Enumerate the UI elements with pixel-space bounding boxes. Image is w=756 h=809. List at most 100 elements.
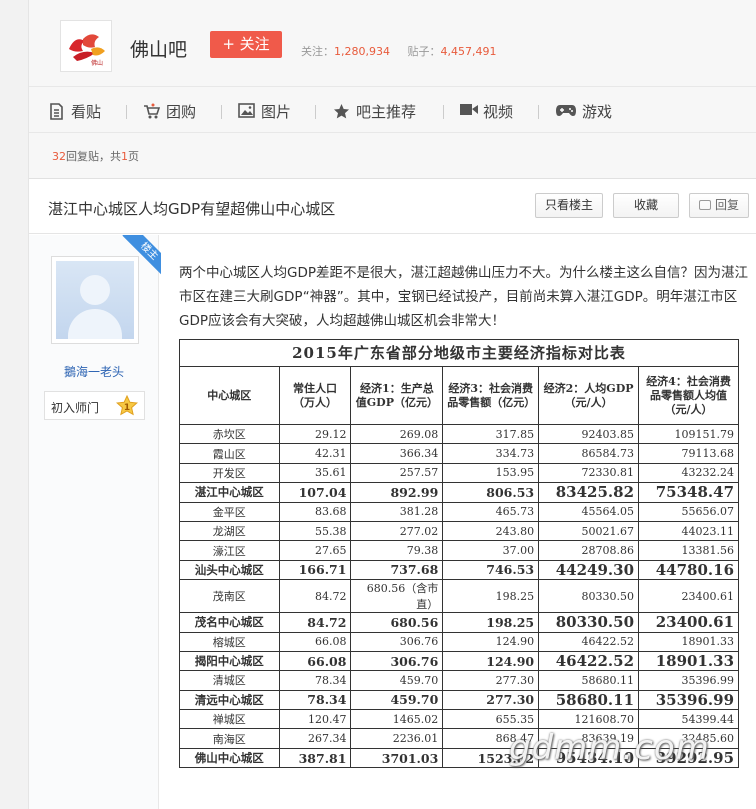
table-cell: 清城区 bbox=[179, 670, 280, 691]
table-cell: 茂名中心城区 bbox=[179, 612, 280, 633]
foshan-bar-logo-icon: 佛山 bbox=[69, 34, 105, 67]
table-cell: 655.35 bbox=[442, 709, 540, 730]
followers-count: 1,280,934 bbox=[334, 45, 390, 58]
table-cell: 55656.07 bbox=[638, 501, 739, 522]
reply-count: 32 bbox=[52, 150, 66, 163]
table-cell: 赤坎区 bbox=[179, 423, 280, 445]
author-badge[interactable]: 初入师门 1 bbox=[44, 391, 145, 420]
forum-header: 佛山 佛山吧 + 关注 关注：1,280,934 贴子：4,457,491 bbox=[29, 0, 756, 87]
nav-label: 团购 bbox=[166, 102, 197, 121]
table-cell: 153.95 bbox=[442, 462, 540, 484]
table-cell: 317.85 bbox=[442, 423, 540, 445]
table-cell: 37.00 bbox=[442, 540, 540, 561]
nav-label: 视频 bbox=[483, 102, 514, 121]
forum-nav: 看贴 团购 图片 吧主推荐 视频 游戏 bbox=[29, 87, 756, 133]
table-row: 茂南区 84.72 680.56（含市直） 198.25 80330.50 23400.6… bbox=[179, 579, 739, 614]
table-cell: 166.71 bbox=[278, 559, 352, 581]
nav-item-images[interactable]: 图片 bbox=[238, 101, 291, 121]
table-cell: 306.76 bbox=[350, 650, 444, 672]
reply-count-suffix: 回复贴，共 bbox=[66, 150, 121, 163]
table-cell: 35396.99 bbox=[638, 670, 739, 691]
table-cell: 58680.11 bbox=[538, 670, 640, 691]
table-header-row: 中心城区 常住人口（万人） 经济1：生产总值GDP（亿元） 经济3：社会消费品零… bbox=[179, 366, 739, 425]
table-row: 赤坎区 29.12 269.08 317.85 92403.85 109151.79 bbox=[179, 423, 739, 445]
table-header: 中心城区 bbox=[179, 366, 280, 425]
nav-item-video[interactable]: 视频 bbox=[460, 101, 513, 121]
table-cell: 1465.02 bbox=[350, 709, 444, 730]
table-cell: 55.38 bbox=[278, 520, 352, 542]
table-row: 禅城区 120.47 1465.02 655.35 121608.70 54399.44 bbox=[179, 709, 739, 730]
page-count: 1 bbox=[121, 150, 128, 163]
table-cell: 124.90 bbox=[442, 631, 540, 652]
table-cell: 277.02 bbox=[350, 520, 444, 542]
author-username[interactable]: 鵝海一老头 bbox=[29, 363, 159, 380]
nav-divider bbox=[221, 105, 222, 119]
table-cell: 84.72 bbox=[278, 612, 352, 633]
table-cell: 80330.50 bbox=[538, 579, 640, 614]
nav-divider bbox=[126, 105, 127, 119]
table-cell: 濠江区 bbox=[179, 540, 280, 561]
forum-logo[interactable]: 佛山 bbox=[60, 20, 112, 72]
nav-item-groupbuy[interactable]: 团购 bbox=[143, 101, 196, 121]
image-icon bbox=[238, 102, 255, 120]
table-cell: 72330.81 bbox=[538, 462, 640, 484]
table-header: 常住人口（万人） bbox=[278, 366, 352, 425]
table-cell: 28708.86 bbox=[538, 540, 640, 561]
table-cell: 257.57 bbox=[350, 462, 444, 484]
table-cell: 198.25 bbox=[442, 579, 540, 614]
forum-name[interactable]: 佛山吧 bbox=[130, 35, 187, 62]
table-row: 开发区 35.61 257.57 153.95 72330.81 43232.24 bbox=[179, 462, 739, 484]
table-cell: 揭阳中心城区 bbox=[179, 650, 280, 672]
table-cell: 45564.05 bbox=[538, 501, 640, 522]
table-cell: 78.34 bbox=[278, 689, 352, 711]
table-cell: 80330.50 bbox=[538, 612, 640, 633]
star-icon bbox=[333, 103, 350, 120]
table-cell: 18901.33 bbox=[638, 631, 739, 652]
reply-info: 32回复贴，共1页 bbox=[52, 148, 139, 164]
table-cell: 746.53 bbox=[442, 559, 540, 581]
only-owner-button[interactable]: 只看楼主 bbox=[535, 193, 603, 218]
reply-button[interactable]: 回复 bbox=[689, 193, 749, 218]
table-cell: 金平区 bbox=[179, 501, 280, 522]
table-cell: 277.30 bbox=[442, 689, 540, 711]
watermark: gdmm.com bbox=[509, 728, 710, 768]
table-cell: 892.99 bbox=[350, 482, 444, 503]
avatar[interactable] bbox=[51, 256, 139, 344]
table-cell: 南海区 bbox=[179, 728, 280, 749]
table-cell: 459.70 bbox=[350, 670, 444, 691]
posts-label: 贴子： bbox=[407, 45, 441, 58]
nav-item-recommended[interactable]: 吧主推荐 bbox=[333, 101, 416, 121]
follow-button[interactable]: + 关注 bbox=[210, 31, 282, 58]
gamepad-icon bbox=[556, 103, 576, 120]
table-cell: 佛山中心城区 bbox=[179, 747, 280, 769]
table-cell: 46422.52 bbox=[538, 650, 640, 672]
comment-icon bbox=[698, 200, 711, 210]
table-header: 经济3：社会消费品零售额（亿元） bbox=[442, 366, 540, 425]
nav-item-games[interactable]: 游戏 bbox=[556, 101, 612, 121]
table-row: 霞山区 42.31 366.34 334.73 86584.73 79113.68 bbox=[179, 443, 739, 464]
table-row: 清城区 78.34 459.70 277.30 58680.11 35396.99 bbox=[179, 670, 739, 691]
table-cell: 42.31 bbox=[278, 443, 352, 464]
table-cell: 84.72 bbox=[278, 579, 352, 614]
posts-count: 4,457,491 bbox=[440, 45, 497, 58]
table-cell: 83425.82 bbox=[538, 482, 640, 503]
table-cell: 榕城区 bbox=[179, 631, 280, 652]
nav-label: 吧主推荐 bbox=[356, 102, 417, 121]
badge-label: 初入师门 bbox=[51, 401, 100, 415]
table-cell: 79.38 bbox=[350, 540, 444, 561]
table-cell: 13381.56 bbox=[638, 540, 739, 561]
reply-button-label: 回复 bbox=[714, 198, 739, 212]
collect-button[interactable]: 收藏 bbox=[613, 193, 679, 218]
svg-text:佛山: 佛山 bbox=[91, 59, 103, 67]
default-avatar-icon bbox=[56, 261, 134, 339]
table-cell: 124.90 bbox=[442, 650, 540, 672]
economic-indicator-table: 2015年广东省部分地级市主要经济指标对比表 中心城区 常住人口（万人） 经济1… bbox=[179, 339, 739, 769]
table-cell: 381.28 bbox=[350, 501, 444, 522]
followers-label: 关注： bbox=[301, 45, 334, 58]
nav-item-posts[interactable]: 看贴 bbox=[48, 101, 101, 121]
page: 佛山 佛山吧 + 关注 关注：1,280,934 贴子：4,457,491 看贴… bbox=[28, 0, 756, 809]
table-header: 经济1：生产总值GDP（亿元） bbox=[350, 366, 444, 425]
table-cell: 334.73 bbox=[442, 443, 540, 464]
table-cell: 465.73 bbox=[442, 501, 540, 522]
table-cell: 茂南区 bbox=[179, 579, 280, 614]
